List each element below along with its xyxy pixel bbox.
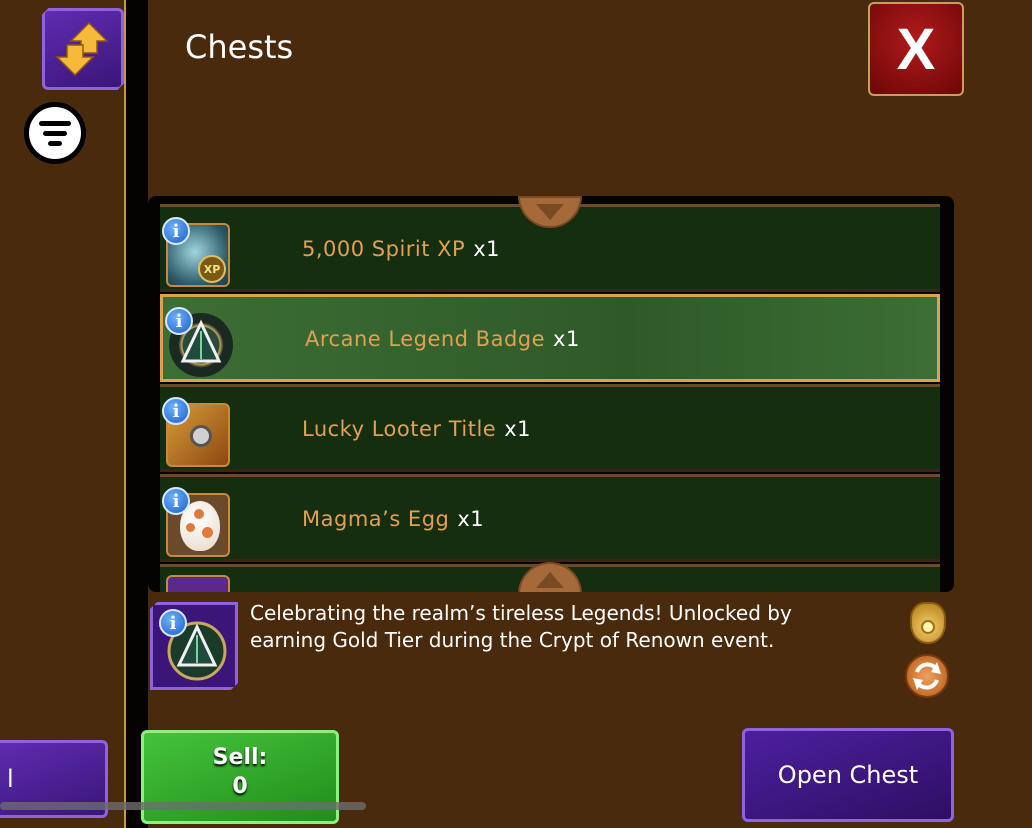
item-icon	[166, 575, 230, 592]
item-name: Lucky Looter Title x1	[302, 417, 531, 441]
sort-arrows-icon	[55, 21, 109, 77]
item-quantity: x1	[553, 327, 580, 351]
item-quantity: x1	[457, 507, 485, 531]
list-item[interactable]: i Lucky Looter Title x1	[160, 384, 940, 472]
chest-item-list[interactable]: XP i 5,000 Spirit XP x1 i Arcane Legend B…	[148, 196, 954, 592]
info-icon[interactable]: i	[162, 397, 190, 425]
filter-button[interactable]	[24, 102, 86, 164]
sell-value: 0	[232, 774, 248, 799]
selected-item-icon: i	[150, 602, 238, 690]
scroll-up-arrow-icon[interactable]	[518, 562, 582, 592]
item-description: Celebrating the realm’s tireless Legends…	[250, 601, 792, 652]
info-icon[interactable]: i	[162, 217, 190, 245]
gold-pouch-icon[interactable]	[910, 602, 946, 644]
panel-divider	[124, 0, 148, 828]
list-item-selected[interactable]: i Arcane Legend Badge x1	[160, 294, 940, 382]
horizontal-scrollbar[interactable]	[0, 802, 366, 810]
item-name: 5,000 Spirit XP x1	[302, 237, 501, 261]
info-icon[interactable]: i	[165, 307, 193, 335]
scroll-down-arrow-icon[interactable]	[518, 196, 582, 228]
info-icon[interactable]: i	[162, 487, 190, 515]
refresh-icon[interactable]	[905, 654, 949, 698]
filter-icon	[39, 121, 71, 126]
item-quantity: x1	[504, 417, 531, 441]
list-item[interactable]: i Magma’s Egg x1	[160, 474, 940, 562]
sort-button[interactable]	[42, 8, 124, 90]
item-name: Magma’s Egg x1	[302, 507, 485, 531]
close-button[interactable]: X	[868, 2, 964, 96]
item-name: Arcane Legend Badge x1	[305, 327, 580, 351]
sell-label: Sell:	[212, 745, 268, 770]
info-icon[interactable]: i	[159, 609, 187, 637]
page-title: Chests	[185, 28, 294, 66]
item-quantity: x1	[473, 237, 501, 261]
open-chest-button[interactable]: Open Chest	[742, 728, 954, 822]
